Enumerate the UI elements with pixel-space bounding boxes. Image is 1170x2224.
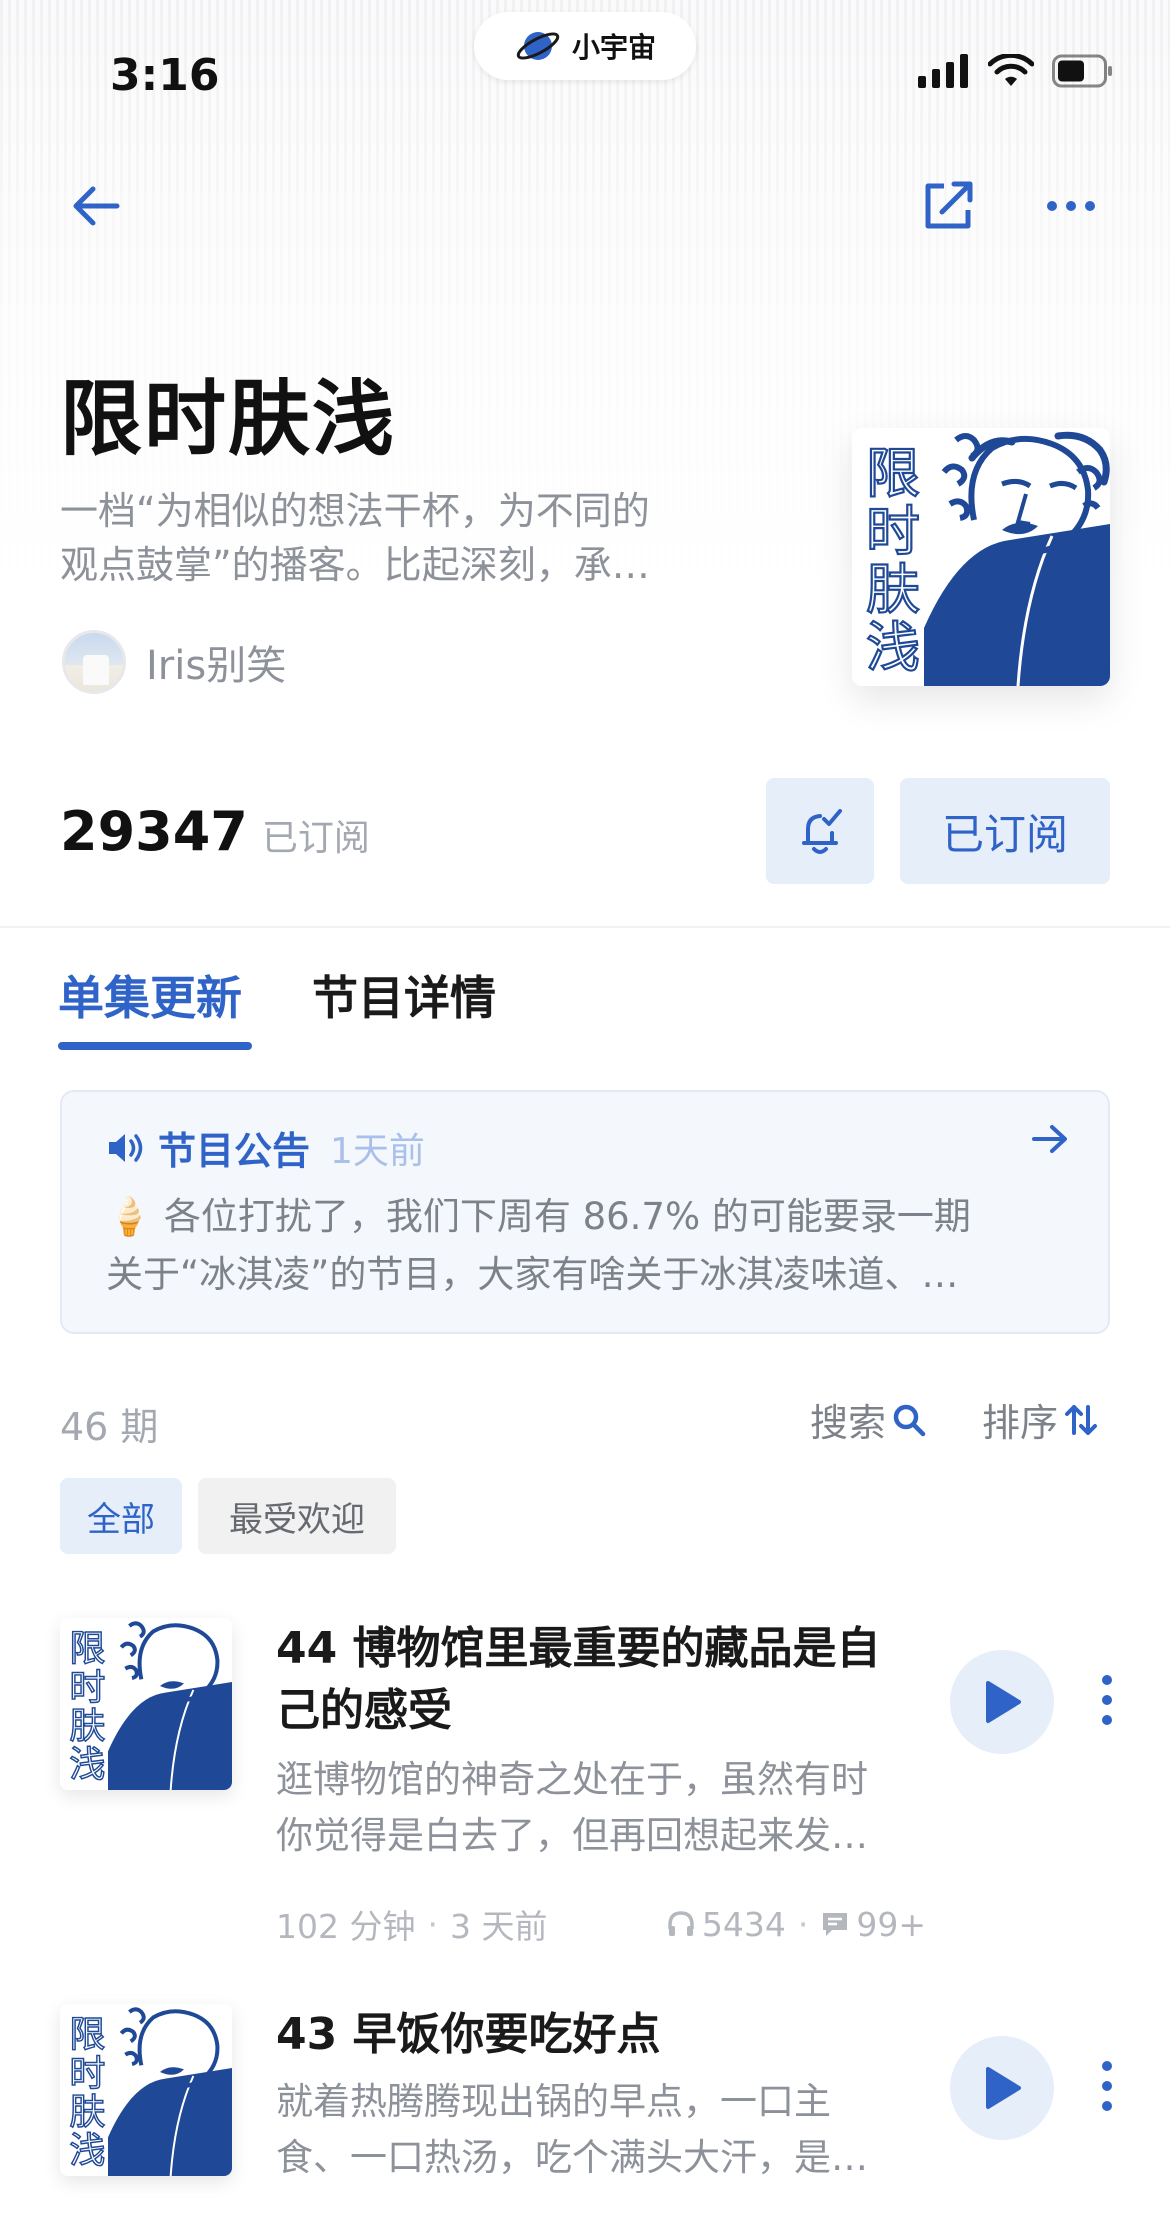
share-button[interactable]	[918, 176, 978, 236]
episode-meta: 102 分钟 · 3 天前 5434 · 99+	[276, 1900, 926, 1948]
podcast-description[interactable]: 一档“为相似的想法干杯，为不同的 观点鼓掌”的播客。比起深刻，承…	[60, 484, 740, 592]
episode-comments: 99+	[856, 1904, 926, 1944]
bell-check-icon	[802, 809, 842, 854]
episode-more-button[interactable]	[1092, 2056, 1122, 2116]
tab-details[interactable]: 节目详情	[312, 962, 496, 1028]
episode-date: 3 天前	[449, 1907, 548, 1946]
cover-char: 限	[69, 2015, 105, 2056]
divider	[0, 926, 1170, 928]
play-button[interactable]	[950, 1650, 1054, 1754]
subscribed-button[interactable]: 已订阅	[900, 778, 1110, 884]
app-pill[interactable]: 小宇宙	[474, 12, 696, 80]
cover-char: 限	[69, 1629, 105, 1670]
search-button[interactable]: 搜索	[810, 1392, 926, 1447]
episode-title-line: 44 博物馆里最重要的藏品是自	[276, 1623, 881, 1674]
arrow-left-icon	[73, 186, 120, 226]
episode-desc-line: 你觉得是白去了，但再回想起来发…	[276, 1814, 868, 1857]
play-icon	[986, 1681, 1021, 1723]
subscriber-number: 29347	[60, 800, 248, 863]
announcement-card[interactable]: 节目公告 1天前 🍦 各位打扰了，我们下周有 86.7% 的可能要录一期 关于“…	[60, 1090, 1110, 1334]
more-horizontal-icon	[1047, 201, 1095, 211]
podcast-cover: 限 时 肤 浅	[852, 428, 1110, 686]
cover-art: 限 时 肤 浅	[60, 2004, 232, 2176]
tab-active-indicator	[58, 1042, 252, 1050]
subscriber-count: 29347 已订阅	[60, 800, 370, 863]
episode-desc-line: 食、一口热汤，吃个满头大汗，是…	[276, 2136, 868, 2179]
episode-more-button[interactable]	[1092, 1670, 1122, 1730]
author-name: Iris别笑	[146, 643, 287, 689]
back-button[interactable]	[66, 176, 126, 236]
speaker-icon	[109, 1133, 143, 1162]
cover-art: 限 时 肤 浅	[60, 1618, 232, 1790]
cover-char: 肤	[69, 1706, 105, 1747]
more-button[interactable]	[1040, 176, 1102, 236]
episode-duration: 102 分钟	[276, 1907, 416, 1946]
episode-plays: 5434	[701, 1904, 786, 1944]
description-line: 观点鼓掌”的播客。比起深刻，承…	[60, 543, 650, 587]
episode-cover[interactable]: 限 时 肤 浅	[60, 2004, 232, 2176]
cover-char: 肤	[69, 2092, 105, 2133]
episode-title-line: 己的感受	[276, 1685, 452, 1736]
filter-all[interactable]: 全部	[60, 1478, 182, 1554]
episode-count: 46 期	[60, 1405, 159, 1449]
arrow-right-icon	[1032, 1125, 1067, 1153]
announcement-header: 节目公告 1天前	[106, 1120, 425, 1175]
episode-cover[interactable]: 限 时 肤 浅	[60, 1618, 232, 1790]
author-row[interactable]: Iris别笑	[62, 630, 286, 694]
play-button[interactable]	[950, 2036, 1054, 2140]
episode-title[interactable]: 44 博物馆里最重要的藏品是自 己的感受	[276, 1618, 916, 1742]
cover-char: 时	[69, 2053, 105, 2094]
cover-char: 肤	[866, 558, 920, 621]
more-vertical-icon	[1102, 1675, 1112, 1725]
notification-button[interactable]	[766, 778, 874, 884]
separator: ·	[797, 1904, 809, 1944]
podcast-title: 限时肤浅	[60, 372, 397, 467]
pill-label: 小宇宙	[571, 31, 656, 64]
signal-icon	[918, 54, 968, 88]
episode-desc-line: 逛博物馆的神奇之处在于，虽然有时	[276, 1758, 868, 1801]
cover-char: 限	[866, 442, 920, 505]
cover-char: 浅	[866, 616, 920, 679]
share-icon	[925, 181, 973, 229]
separator: ·	[427, 1904, 438, 1944]
headphones-icon	[668, 1911, 694, 1936]
cover-art: 限 时 肤 浅	[852, 428, 1110, 686]
play-icon	[986, 2067, 1021, 2109]
episode-title-line: 43 早饭你要吃好点	[276, 2009, 661, 2060]
episode-description: 逛博物馆的神奇之处在于，虽然有时 你觉得是白去了，但再回想起来发…	[276, 1752, 916, 1864]
cover-char: 时	[866, 500, 920, 563]
subscriber-label: 已订阅	[261, 818, 370, 859]
sort-button[interactable]: 排序	[982, 1392, 1098, 1447]
announcement-line: 关于“冰淇凌”的节目，大家有啥关于冰淇凌味道、…	[106, 1253, 959, 1296]
cover-char: 浅	[69, 2131, 105, 2172]
announcement-line: 🍦 各位打扰了，我们下周有 86.7% 的可能要录一期	[106, 1195, 971, 1238]
planet-icon	[516, 32, 560, 60]
announcement-time: 1天前	[330, 1130, 425, 1172]
description-line: 一档“为相似的想法干杯，为不同的	[60, 489, 650, 533]
announcement-title: 节目公告	[158, 1129, 311, 1173]
more-vertical-icon	[1102, 2061, 1112, 2111]
sort-icon	[1065, 1404, 1098, 1435]
announcement-arrow[interactable]	[1032, 1124, 1068, 1158]
filter-popular[interactable]: 最受欢迎	[198, 1478, 396, 1554]
cover-char: 时	[69, 1667, 105, 1708]
cover-char: 浅	[69, 1745, 105, 1786]
announcement-body: 🍦 各位打扰了，我们下周有 86.7% 的可能要录一期 关于“冰淇凌”的节目，大…	[106, 1188, 1066, 1304]
status-icons	[918, 54, 1114, 88]
comment-icon	[823, 1913, 848, 1936]
status-time: 3:16	[110, 50, 220, 101]
search-label: 搜索	[810, 1401, 887, 1445]
episode-title[interactable]: 43 早饭你要吃好点	[276, 2004, 916, 2066]
episode-desc-line: 就着热腾腾现出锅的早点，一口主	[276, 2080, 831, 2123]
avatar	[62, 630, 126, 694]
battery-icon	[1052, 54, 1112, 88]
search-icon	[893, 1404, 926, 1436]
wifi-icon	[988, 54, 1034, 86]
episode-description: 就着热腾腾现出锅的早点，一口主 食、一口热汤，吃个满头大汗，是…	[276, 2074, 916, 2186]
tab-episodes[interactable]: 单集更新	[58, 962, 242, 1028]
sort-label: 排序	[982, 1401, 1059, 1445]
